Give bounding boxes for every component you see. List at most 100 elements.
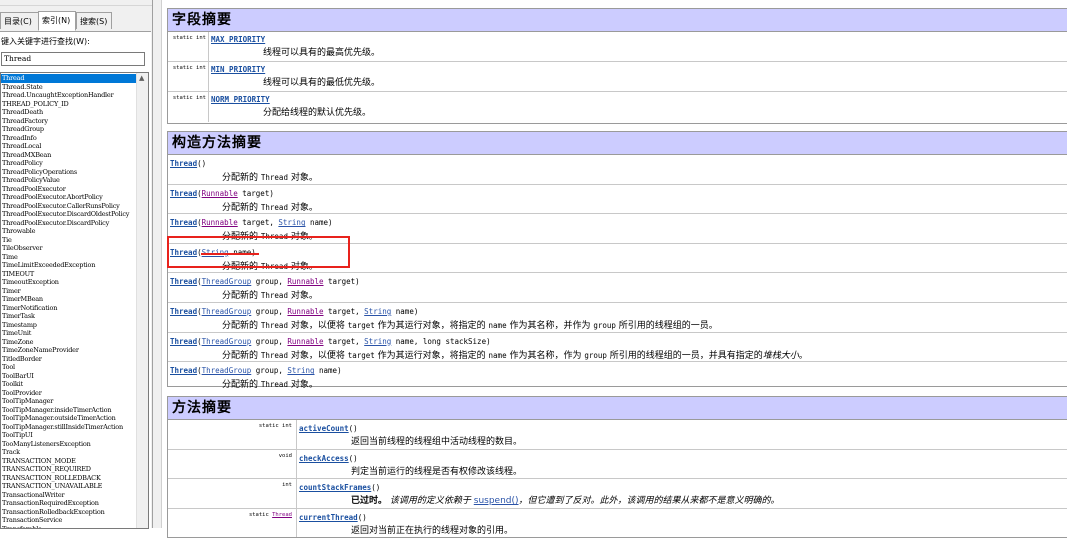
method-name-link[interactable]: activeCount [299, 424, 349, 433]
index-list-item[interactable]: TimeZoneNameProvider [1, 346, 136, 355]
index-list-item[interactable]: TimerMBean [1, 295, 136, 304]
index-list-item[interactable]: Track [1, 448, 136, 457]
index-list-item[interactable]: TRANSACTION_ROLLEDBACK [1, 474, 136, 483]
index-list-item[interactable]: ToolTipManager.insideTimerAction [1, 406, 136, 415]
keyword-input[interactable]: Thread [1, 52, 145, 66]
index-list-item[interactable]: Thread.State [1, 83, 136, 92]
index-list-item[interactable]: TIMEOUT [1, 270, 136, 279]
type-link[interactable]: ThreadGroup [202, 366, 252, 375]
index-list-item[interactable]: TimerNotification [1, 304, 136, 313]
index-list-item[interactable]: TileObserver [1, 244, 136, 253]
index-list-item[interactable]: ThreadPoolExecutor.AbortPolicy [1, 193, 136, 202]
type-link[interactable]: Runnable [202, 189, 238, 198]
index-list-item[interactable]: Tool [1, 363, 136, 372]
index-list-item[interactable]: TimeoutException [1, 278, 136, 287]
index-list-item[interactable]: TransactionService [1, 516, 136, 525]
type-link[interactable]: String [287, 366, 314, 375]
index-list-item[interactable]: ThreadPoolExecutor [1, 185, 136, 194]
text-run: name, long stackSize) [391, 336, 491, 346]
index-list-item[interactable]: Throwable [1, 227, 136, 236]
field-name-link[interactable]: NORM_PRIORITY [211, 95, 270, 104]
type-link[interactable]: Runnable [287, 337, 323, 346]
index-list-item[interactable]: Timer [1, 287, 136, 296]
index-list-item[interactable]: Timestamp [1, 321, 136, 330]
member-link[interactable]: Thread [170, 277, 197, 286]
type-link[interactable]: String [364, 337, 391, 346]
field-name-link[interactable]: MIN_PRIORITY [211, 65, 265, 74]
tab-contents[interactable]: 目录(C) [0, 12, 39, 29]
index-list-item[interactable]: TitledBorder [1, 355, 136, 364]
index-list-item[interactable]: TimerTask [1, 312, 136, 321]
index-list-item[interactable]: ThreadPoolExecutor.DiscardOldestPolicy [1, 210, 136, 219]
index-list-item[interactable]: THREAD_POLICY_ID [1, 100, 136, 109]
field-name-link[interactable]: MAX_PRIORITY [211, 35, 265, 44]
member-link[interactable]: Thread [170, 337, 197, 346]
method-name-link[interactable]: checkAccess [299, 454, 349, 463]
member-link[interactable]: Thread [170, 218, 197, 227]
member-link[interactable]: Thread [170, 366, 197, 375]
member-link[interactable]: Thread [170, 189, 197, 198]
index-list-item[interactable]: ToolTipManager [1, 397, 136, 406]
index-list-item[interactable]: Time [1, 253, 136, 262]
tab-index[interactable]: 索引(N) [38, 11, 76, 31]
index-list-item[interactable]: Toolkit [1, 380, 136, 389]
index-list-item[interactable]: TimeUnit [1, 329, 136, 338]
member-link[interactable]: Thread [170, 248, 197, 257]
return-type-link[interactable]: Thread [272, 512, 292, 518]
type-link[interactable]: Runnable [287, 307, 323, 316]
index-list-item[interactable]: ThreadPoolExecutor.DiscardPolicy [1, 219, 136, 228]
method-name-link[interactable]: countStackFrames [299, 483, 371, 492]
method-row: void checkAccess() 判定当前运行的线程是否有权修改该线程。 [168, 449, 1067, 480]
index-list-item[interactable]: TooManyListenersException [1, 440, 136, 449]
index-list-item[interactable]: TransactionalWriter [1, 491, 136, 500]
index-list-item[interactable]: TransactionRolledbackException [1, 508, 136, 517]
index-list-item[interactable]: ThreadInfo [1, 134, 136, 143]
index-list-item[interactable]: ToolBarUI [1, 372, 136, 381]
index-list-item[interactable]: ThreadPoolExecutor.CallerRunsPolicy [1, 202, 136, 211]
index-list-scrollbar[interactable]: ▲ [136, 73, 148, 528]
index-list-item[interactable]: TimeLimitExceededException [1, 261, 136, 270]
index-list-item[interactable]: Transferable [1, 525, 136, 529]
member-link[interactable]: Thread [170, 307, 197, 316]
type-link[interactable]: ThreadGroup [202, 307, 252, 316]
index-list-item[interactable]: ThreadFactory [1, 117, 136, 126]
index-list-item[interactable]: TRANSACTION_UNAVAILABLE [1, 482, 136, 491]
index-list-item[interactable]: Thread [1, 74, 136, 83]
type-link[interactable]: String [278, 218, 305, 227]
scroll-up-icon[interactable]: ▲ [139, 74, 144, 82]
index-list-item[interactable]: ThreadPolicyValue [1, 176, 136, 185]
index-list-item[interactable]: ThreadGroup [1, 125, 136, 134]
index-list-item[interactable]: ToolTipManager.outsideTimerAction [1, 414, 136, 423]
index-list-item[interactable]: TransactionRequiredException [1, 499, 136, 508]
index-list-item[interactable]: ToolTipManager.stillInsideTimerAction [1, 423, 136, 432]
index-list[interactable]: Thread Thread.State Thread.UncaughtExcepti… [0, 72, 149, 529]
index-list-item[interactable]: ThreadMXBean [1, 151, 136, 160]
method-description: 返回当前线程的线程组中活动线程的数目。 [351, 434, 522, 447]
method-name-link[interactable]: currentThread [299, 513, 358, 522]
type-link[interactable]: ThreadGroup [202, 337, 252, 346]
code-text: Thread [260, 320, 288, 330]
index-list-item[interactable]: ThreadDeath [1, 108, 136, 117]
type-link[interactable]: suspend() [474, 496, 519, 506]
type-link[interactable]: ThreadGroup [202, 277, 252, 286]
type-link[interactable]: Runnable [202, 218, 238, 227]
type-link[interactable]: Runnable [287, 277, 323, 286]
index-list-item[interactable]: ThreadPolicy [1, 159, 136, 168]
index-list-item[interactable]: TRANSACTION_REQUIRED [1, 465, 136, 474]
method-params: () [348, 453, 358, 463]
method-params: () [371, 483, 381, 493]
index-list-item[interactable]: ThreadLocal [1, 142, 136, 151]
index-list-item[interactable]: TimeZone [1, 338, 136, 347]
index-list-item[interactable]: Thread.UncaughtExceptionHandler [1, 91, 136, 100]
type-link[interactable]: String [202, 248, 229, 257]
index-list-item[interactable]: ToolProvider [1, 389, 136, 398]
content-splitter[interactable] [153, 0, 162, 528]
tab-search[interactable]: 搜索(S) [76, 12, 112, 29]
member-link[interactable]: Thread [170, 159, 197, 168]
index-list-item[interactable]: Tie [1, 236, 136, 245]
text-run: 作为其名称，并作为 [506, 320, 594, 331]
type-link[interactable]: String [364, 307, 391, 316]
index-list-item[interactable]: TRANSACTION_MODE [1, 457, 136, 466]
index-list-item[interactable]: ThreadPolicyOperations [1, 168, 136, 177]
index-list-item[interactable]: ToolTipUI [1, 431, 136, 440]
